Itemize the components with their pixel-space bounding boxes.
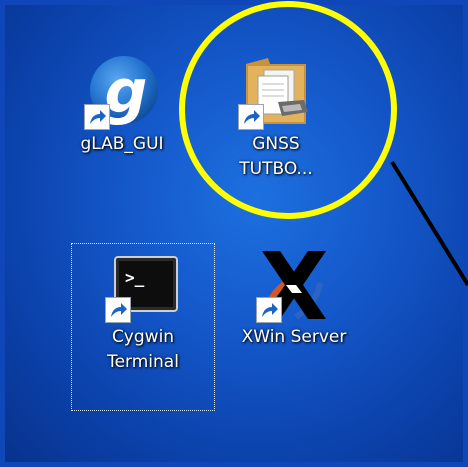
terminal-icon: >_ bbox=[105, 247, 181, 323]
icon-label-line-1: GNSS bbox=[252, 134, 300, 154]
icon-label: XWin Server bbox=[241, 327, 347, 347]
screenshot-frame: g gLAB_GUI GNSS TUTBO... >_ Cygwin Termi… bbox=[0, 0, 468, 467]
x-window-icon bbox=[256, 247, 332, 323]
desktop: g gLAB_GUI GNSS TUTBO... >_ Cygwin Termi… bbox=[5, 5, 463, 462]
desktop-icon-gnss-tutorial[interactable]: GNSS TUTBO... bbox=[209, 50, 343, 182]
desktop-icon-cygwin-terminal[interactable]: >_ Cygwin Terminal bbox=[71, 243, 215, 411]
icon-label-line-1: Cygwin bbox=[111, 327, 175, 347]
icon-label-line-2: Terminal bbox=[107, 352, 179, 372]
svg-text:>_: >_ bbox=[125, 268, 145, 287]
desktop-icon-xwin-server[interactable]: XWin Server bbox=[227, 243, 361, 350]
icon-label: gLAB_GUI bbox=[80, 134, 164, 154]
glab-g-icon: g bbox=[84, 54, 160, 130]
shortcut-arrow-icon bbox=[238, 104, 264, 130]
folder-with-documents-icon bbox=[238, 54, 314, 130]
shortcut-arrow-icon bbox=[105, 297, 131, 323]
icon-label-line-2: TUTBO... bbox=[239, 159, 313, 179]
shortcut-arrow-icon bbox=[256, 297, 282, 323]
shortcut-arrow-icon bbox=[84, 104, 110, 130]
svg-text:g: g bbox=[105, 57, 148, 127]
desktop-icon-glab-gui[interactable]: g gLAB_GUI bbox=[55, 50, 189, 157]
